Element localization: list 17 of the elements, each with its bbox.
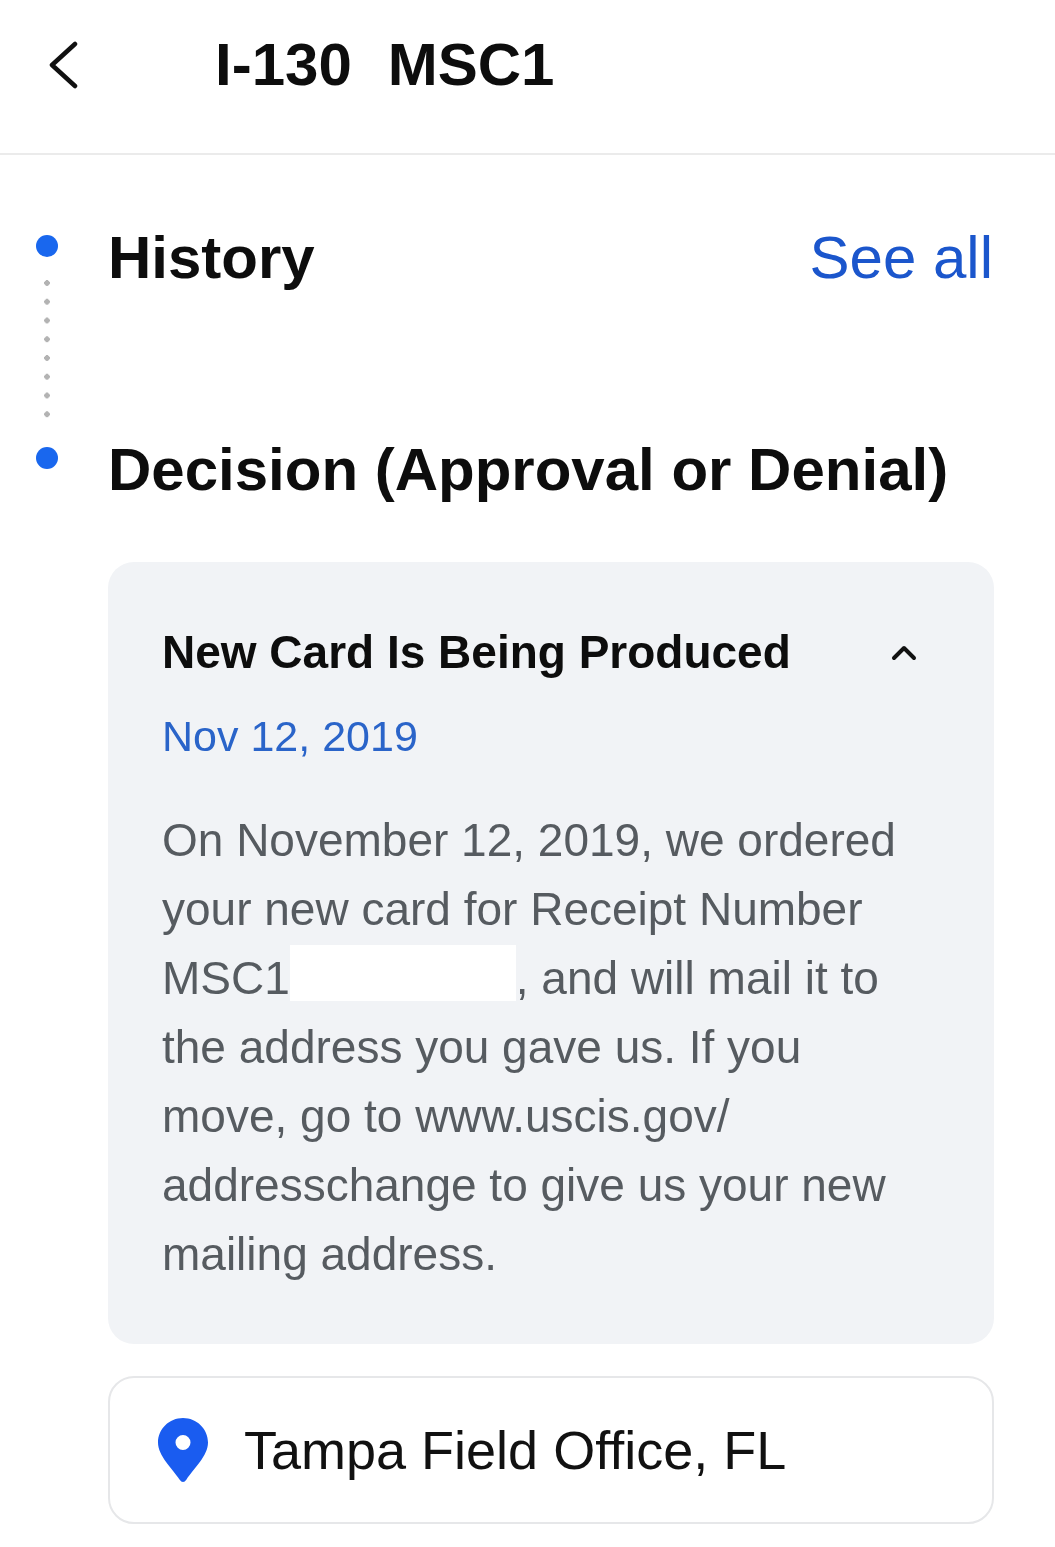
chevron-icon	[891, 643, 917, 661]
timeline-dot	[36, 447, 58, 469]
receipt-number: MSC1	[387, 30, 555, 100]
receipt-reference: MSC1	[162, 951, 290, 1006]
form-number: I-130	[215, 30, 352, 100]
status-title: New Card Is Being Produced	[162, 625, 791, 680]
message-text: , and will mail it to	[515, 951, 879, 1006]
timeline-dot	[36, 235, 58, 257]
office-name: Tampa Field Office, FL	[244, 1419, 787, 1482]
message-text: On November 12, 2019, we ordered your new card for Receipt Number	[162, 813, 897, 937]
collapse-toggle[interactable]	[891, 643, 917, 661]
see-all-link[interactable]: See all	[809, 223, 993, 293]
map-pin-icon	[158, 1417, 208, 1483]
message-text: the address you gave us. If you move, go to www.uscis.gov/addresschange to give us your new mailing address.	[162, 1020, 887, 1282]
status-date: Nov 12, 2019	[162, 711, 418, 762]
section-heading: History	[108, 223, 315, 293]
section-heading: Decision (Approval or Denial)	[108, 435, 949, 505]
